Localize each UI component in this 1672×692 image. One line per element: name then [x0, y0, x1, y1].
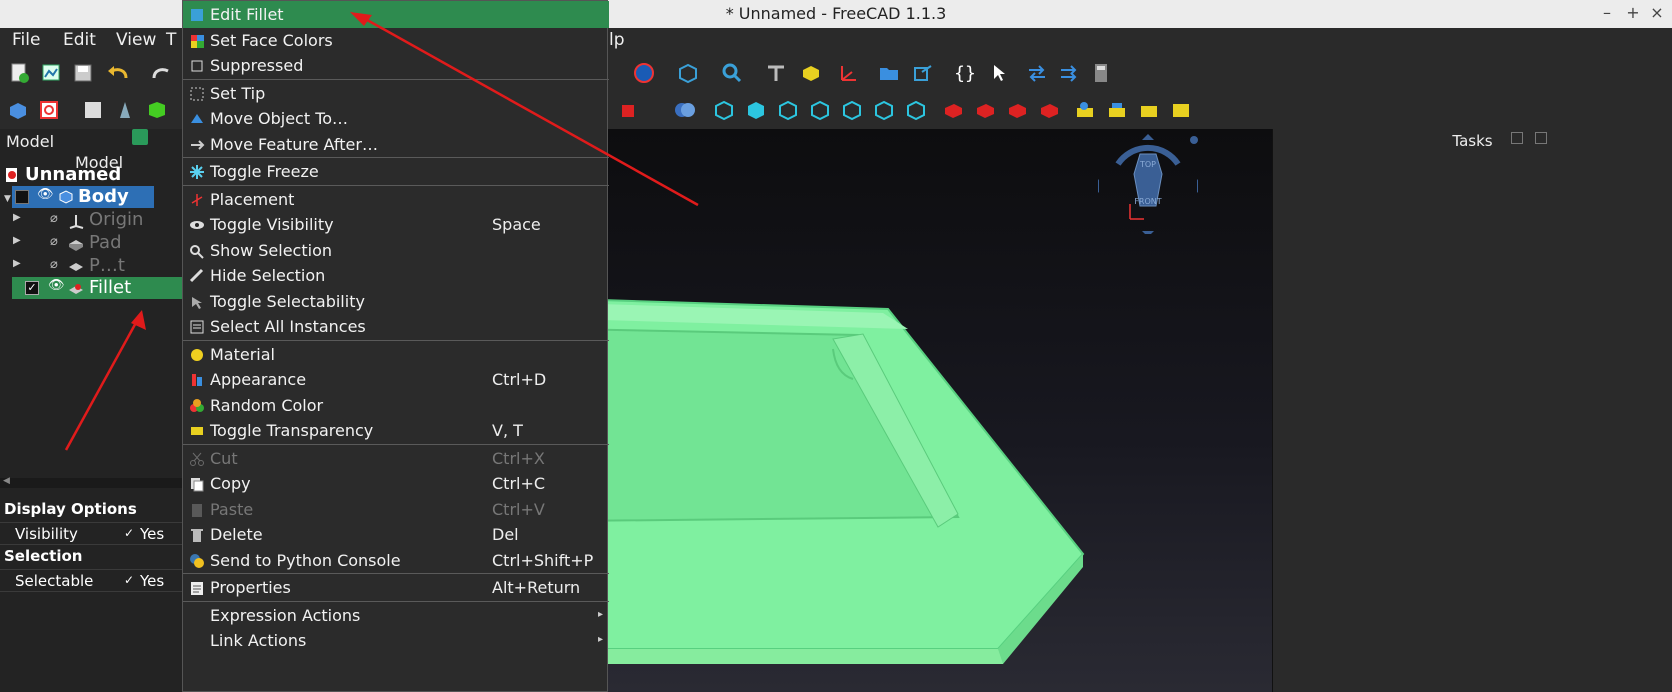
annotation-arrow-line: [64, 318, 140, 451]
annotation-arrowhead: [350, 12, 372, 26]
annotation-arrow-line: [359, 14, 699, 207]
annotation-arrows: [64, 12, 699, 451]
